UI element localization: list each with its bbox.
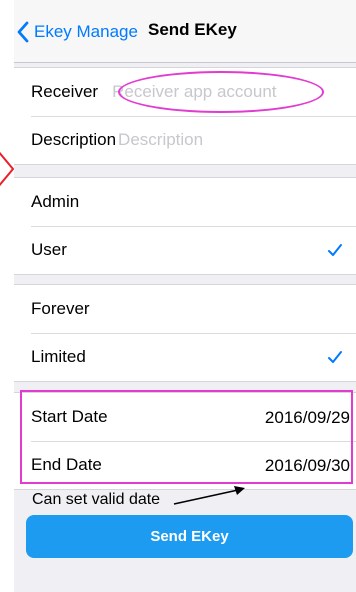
dates-group: Start Date 2016/09/29 End Date 2016/09/3… (14, 392, 356, 490)
role-option-admin[interactable]: Admin (14, 178, 356, 226)
receiver-group: Receiver Description (14, 67, 356, 165)
phone-screen: Ekey Manage Send EKey Receiver Descripti… (14, 0, 356, 592)
role-option-user[interactable]: User (14, 226, 356, 274)
receiver-input[interactable] (112, 82, 313, 102)
description-row: Description (14, 116, 356, 164)
back-button-label: Ekey Manage (34, 22, 138, 41)
receiver-row: Receiver (14, 68, 356, 116)
validity-group: Forever Limited (14, 284, 356, 382)
description-input[interactable] (118, 130, 319, 150)
checkmark-icon (328, 351, 342, 363)
end-date-label: End Date (31, 455, 102, 474)
chevron-left-icon (17, 21, 29, 43)
validity-option-limited[interactable]: Limited (14, 333, 356, 381)
end-date-value: 2016/09/30 (264, 456, 350, 475)
arrow-annotation-icon (173, 486, 245, 505)
validity-option-forever[interactable]: Forever (14, 285, 356, 333)
start-date-row[interactable]: Start Date 2016/09/29 (14, 393, 356, 441)
annotation-text: Can set valid date (32, 491, 161, 508)
send-ekey-button[interactable]: Send EKey (26, 515, 353, 558)
receiver-label: Receiver (31, 82, 99, 101)
navigation-bar: Ekey Manage Send EKey (14, 0, 356, 63)
validity-option-label: Forever (31, 299, 90, 318)
role-option-label: Admin (31, 192, 80, 211)
role-option-label: User (31, 240, 67, 259)
start-date-label: Start Date (31, 407, 108, 426)
end-date-row[interactable]: End Date 2016/09/30 (14, 441, 356, 489)
back-button[interactable]: Ekey Manage (16, 19, 138, 45)
start-date-value: 2016/09/29 (264, 408, 350, 427)
checkmark-icon (328, 244, 342, 256)
page-title: Send EKey (148, 20, 237, 39)
description-label: Description (31, 130, 117, 149)
validity-option-label: Limited (31, 347, 86, 366)
role-group: Admin User (14, 177, 356, 275)
